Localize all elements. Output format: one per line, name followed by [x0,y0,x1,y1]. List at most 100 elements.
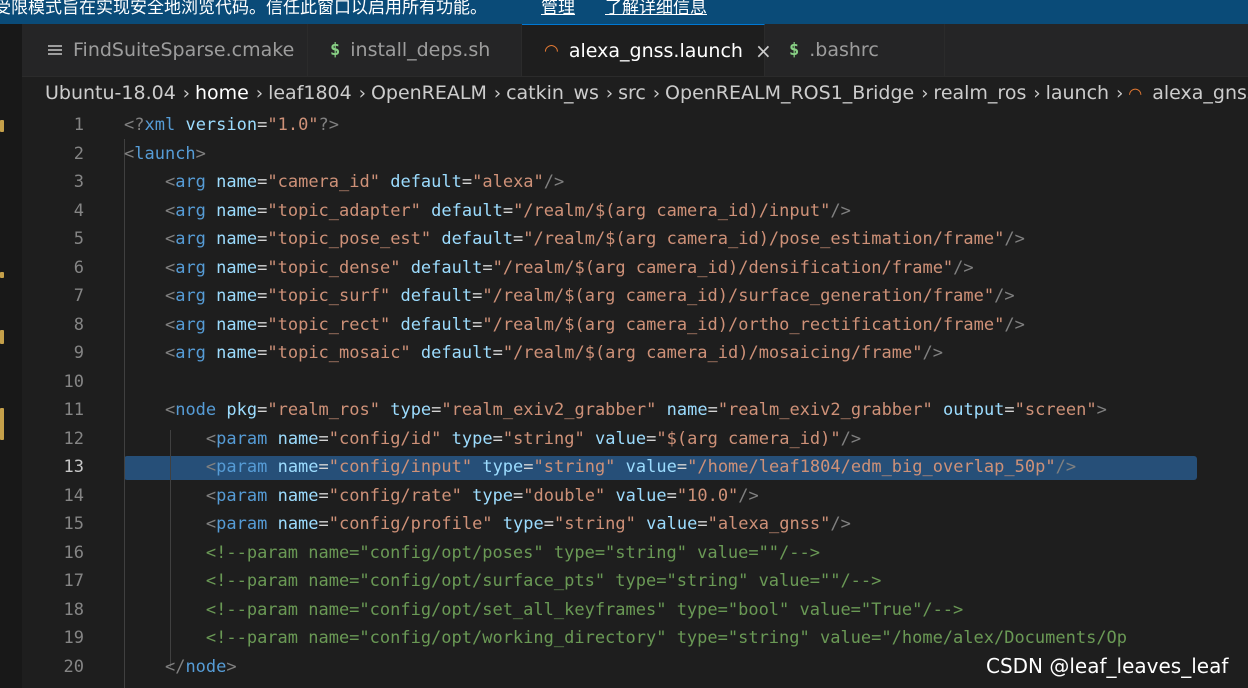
code-line[interactable]: 4 <arg name="topic_adapter" default="/re… [22,197,1248,225]
code-text: <param name="config/id" type="string" va… [205,428,862,449]
code-text: <param name="config/profile" type="strin… [205,514,851,534]
code-line[interactable]: 2 <launch> [22,140,1248,168]
line-number: 16 [63,542,84,563]
code-text: <!--param name="config/opt/set_all_keyfr… [205,599,964,620]
chevron-right-icon: › [1116,82,1124,104]
line-number: 5 [73,229,84,249]
code-line[interactable]: 3 <arg name="camera_id" default="alexa"/… [22,168,1248,196]
line-number: 6 [73,257,84,278]
breadcrumb-item[interactable]: src [618,82,646,104]
chevron-right-icon: › [493,82,502,104]
line-number: 4 [73,200,84,221]
code-line[interactable]: 7 <arg name="topic_surf" default="/realm… [22,282,1248,310]
line-number: 2 [73,143,84,164]
tab-label: FindSuiteSparse.cmake [73,39,295,61]
line-number: 10 [63,371,84,392]
activity-indicator [0,330,4,344]
restricted-mode-banner: 受限模式旨在实现安全地浏览代码。信任此窗口以启用所有功能。 管理 了解详细信息 [0,0,1248,24]
chevron-right-icon: › [255,82,264,104]
activity-indicator [0,120,4,132]
breadcrumb-item[interactable]: home [195,82,249,104]
editor-tab-bar: FindSuiteSparse.cmake $ install_deps.sh … [22,24,1248,77]
code-line[interactable]: 13 <param name="config/input" type="stri… [22,453,1248,481]
tab-label: install_deps.sh [350,39,491,61]
code-text: <arg name="topic_rect" default="/realm/$… [164,314,1025,335]
tab-bashrc[interactable]: $ .bashrc [765,24,945,76]
tab-findsuitesparse[interactable]: FindSuiteSparse.cmake [22,24,308,76]
tab-label: alexa_gnss.launch [568,39,743,62]
code-text: <param name="config/input" type="string"… [205,457,1077,477]
line-number: 19 [63,628,84,648]
code-text: <param name="config/rate" type="double" … [205,485,759,506]
line-number: 20 [63,656,84,677]
code-line[interactable]: 5 <arg name="topic_pose_est" default="/r… [22,225,1248,253]
breadcrumb: Ubuntu-18.04 › home › leaf1804 › OpenREALM ›… [22,77,1248,111]
rss-icon: ◠ [1128,83,1143,103]
breadcrumb-item[interactable]: Ubuntu-18.04 [45,82,176,104]
code-text: <?xml version="1.0"?> [124,115,340,135]
code-line[interactable]: 8 <arg name="topic_rect" default="/realm… [22,311,1248,339]
code-text: <node pkg="realm_ros" type="realm_exiv2_… [164,400,1107,420]
code-text: <launch> [124,143,206,164]
breadcrumb-item[interactable]: leaf1804 [268,82,352,104]
code-line[interactable]: 18 <!--param name="config/opt/set_all_ke… [22,596,1248,624]
rss-icon: ◠ [544,40,559,61]
breadcrumb-item[interactable]: launch [1046,82,1110,104]
code-text: <arg name="topic_mosaic" default="/realm… [164,343,943,363]
chevron-right-icon: › [605,82,614,104]
code-text: <arg name="topic_adapter" default="/real… [164,200,851,221]
tab-label: .bashrc [809,39,879,61]
activity-indicator [0,272,4,278]
line-number: 7 [73,286,84,306]
chevron-right-icon: › [182,82,190,104]
code-line[interactable]: 14 <param name="config/rate" type="doubl… [22,482,1248,510]
line-number: 12 [63,428,84,449]
activity-indicator [0,408,4,440]
breadcrumb-item[interactable]: alexa_gnss.launch [1152,82,1248,104]
code-text: </node> [164,656,237,677]
line-number: 1 [73,115,84,135]
line-number: 18 [63,599,84,620]
code-line[interactable]: 9 <arg name="topic_mosaic" default="/rea… [22,339,1248,367]
code-line[interactable]: 10 [22,368,1248,396]
chevron-right-icon: › [652,82,661,104]
line-number: 17 [63,571,84,591]
restricted-mode-message: 受限模式旨在实现安全地浏览代码。信任此窗口以启用所有功能。 [0,0,487,18]
breadcrumb-item[interactable]: OpenREALM [371,82,487,104]
code-text: <arg name="topic_pose_est" default="/rea… [164,229,1025,249]
line-number: 3 [73,172,84,192]
line-number: 13 [63,457,84,477]
line-number: 11 [63,400,84,420]
code-text: <!--param name="config/opt/surface_pts" … [205,571,882,591]
code-line[interactable]: 1 <?xml version="1.0"?> [22,111,1248,139]
line-number: 8 [73,314,84,335]
file-lines-icon [47,42,63,58]
code-editor[interactable]: 1 <?xml version="1.0"?> 2 <launch> 3 <arg na… [22,111,1248,688]
code-line[interactable]: 11 <node pkg="realm_ros" type="realm_exi… [22,396,1248,424]
breadcrumb-item[interactable]: realm_ros [933,82,1026,104]
code-line[interactable]: 16 <!--param name="config/opt/poses" typ… [22,539,1248,567]
dollar-icon: $ [789,40,800,60]
line-number: 9 [73,343,84,363]
manage-link[interactable]: 管理 [541,0,575,18]
chevron-right-icon: › [358,82,366,104]
code-text: <arg name="topic_surf" default="/realm/$… [164,286,1015,306]
code-text: <arg name="topic_dense" default="/realm/… [164,257,974,278]
code-line[interactable]: 6 <arg name="topic_dense" default="/real… [22,254,1248,282]
breadcrumb-item[interactable]: OpenREALM_ROS1_Bridge [665,82,914,104]
code-line[interactable]: 15 <param name="config/profile" type="st… [22,510,1248,538]
code-text: <!--param name="config/opt/working_direc… [205,628,1128,648]
activity-bar [0,24,22,688]
code-line[interactable]: 17 <!--param name="config/opt/surface_pt… [22,567,1248,595]
chevron-right-icon: › [921,82,929,104]
code-line[interactable]: 12 <param name="config/id" type="string"… [22,425,1248,453]
line-number: 14 [63,485,84,506]
learn-more-link[interactable]: 了解详细信息 [605,0,707,18]
watermark: CSDN @leaf_leaves_leaf [986,654,1229,678]
breadcrumb-item[interactable]: catkin_ws [506,82,599,104]
tab-install-deps[interactable]: $ install_deps.sh [308,24,522,76]
line-number: 15 [63,514,84,534]
tab-alexa-gnss-launch[interactable]: ◠ alexa_gnss.launch × [522,24,772,76]
dollar-icon: $ [330,40,341,60]
code-line[interactable]: 19 <!--param name="config/opt/working_di… [22,624,1248,652]
